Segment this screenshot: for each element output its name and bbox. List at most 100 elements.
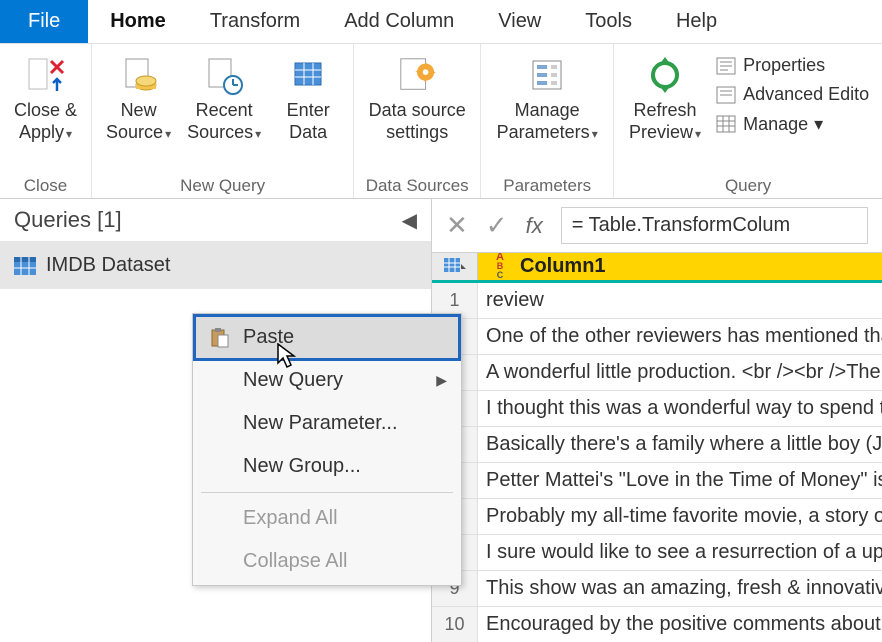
- ribbon-group-label-data-sources: Data Sources: [366, 174, 469, 196]
- menu-bar: File Home Transform Add Column View Tool…: [0, 0, 882, 44]
- recent-sources-icon: [204, 54, 244, 96]
- formula-bar: ✕ ✓ fx = Table.TransformColum: [432, 199, 882, 253]
- manage-icon: [715, 114, 737, 134]
- ctx-new-query[interactable]: New Query ▶: [195, 359, 459, 402]
- menu-add-column[interactable]: Add Column: [322, 0, 476, 43]
- row-number: 10: [432, 607, 478, 642]
- new-source-icon: [119, 54, 159, 96]
- refresh-preview-button[interactable]: Refresh Preview▾: [623, 50, 707, 147]
- manage-parameters-button[interactable]: Manage Parameters▾: [489, 50, 605, 147]
- menu-tools[interactable]: Tools: [563, 0, 654, 43]
- table-row[interactable]: 4I thought this was a wonderful way to s…: [432, 391, 882, 427]
- menu-help[interactable]: Help: [654, 0, 739, 43]
- context-menu: Paste New Query ▶ New Parameter... New G…: [192, 313, 462, 586]
- query-small-list: Properties Advanced Edito Manage▾: [711, 50, 873, 136]
- ribbon-group-query: Refresh Preview▾ Properties Advanced Edi…: [614, 44, 882, 198]
- queries-header[interactable]: Queries [1] ◀: [0, 199, 431, 242]
- ctx-separator: [201, 492, 453, 493]
- table-icon: [14, 257, 36, 275]
- ribbon-group-label-parameters: Parameters: [503, 174, 591, 196]
- refresh-icon: [645, 54, 685, 96]
- ribbon-group-label-close: Close: [24, 174, 67, 196]
- table-row[interactable]: 1review: [432, 283, 882, 319]
- new-source-label: New Source▾: [106, 100, 171, 143]
- ribbon-group-close: Close & Apply▾ Close: [0, 44, 92, 198]
- ribbon-group-label-new-query: New Query: [180, 174, 265, 196]
- ctx-paste[interactable]: Paste: [195, 316, 459, 359]
- close-apply-button[interactable]: Close & Apply▾: [8, 50, 83, 147]
- properties-label: Properties: [743, 54, 825, 77]
- enter-data-icon: [288, 54, 328, 96]
- cell[interactable]: A wonderful little production. <br /><br…: [478, 355, 882, 390]
- table-row[interactable]: 9This show was an amazing, fresh & innov…: [432, 571, 882, 607]
- ctx-collapse-all: Collapse All: [195, 540, 459, 583]
- new-source-button[interactable]: New Source▾: [100, 50, 177, 147]
- ctx-new-group[interactable]: New Group...: [195, 445, 459, 488]
- ribbon-group-parameters: Manage Parameters▾ Parameters: [481, 44, 614, 198]
- column-header[interactable]: ABC Column1: [478, 253, 882, 280]
- ribbon-group-label-query: Query: [725, 174, 771, 196]
- table-row[interactable]: 10Encouraged by the positive comments ab…: [432, 607, 882, 642]
- manage-button[interactable]: Manage▾: [715, 113, 869, 136]
- refresh-preview-label: Refresh Preview▾: [629, 100, 701, 143]
- data-source-settings-icon: [397, 54, 437, 96]
- ribbon-group-data-sources: Data source settings Data Sources: [354, 44, 481, 198]
- table-row[interactable]: 8I sure would like to see a resurrection…: [432, 535, 882, 571]
- query-item[interactable]: IMDB Dataset: [0, 242, 431, 289]
- advanced-editor-button[interactable]: Advanced Edito: [715, 83, 869, 106]
- table-menu-icon[interactable]: [432, 253, 478, 280]
- table-row[interactable]: 2One of the other reviewers has mentione…: [432, 319, 882, 355]
- queries-panel: Queries [1] ◀ IMDB Dataset Paste New Que…: [0, 199, 432, 642]
- paste-icon: [209, 328, 231, 348]
- manage-label: Manage: [743, 113, 808, 136]
- table-row[interactable]: 6Petter Mattei's "Love in the Time of Mo…: [432, 463, 882, 499]
- properties-icon: [715, 56, 737, 76]
- table-row[interactable]: 7Probably my all-time favorite movie, a …: [432, 499, 882, 535]
- ctx-collapse-all-label: Collapse All: [243, 550, 348, 573]
- menu-file[interactable]: File: [0, 0, 88, 43]
- cell[interactable]: Petter Mattei's "Love in the Time of Mon…: [478, 463, 882, 498]
- ctx-new-parameter[interactable]: New Parameter...: [195, 402, 459, 445]
- table-row[interactable]: 5Basically there's a family where a litt…: [432, 427, 882, 463]
- properties-button[interactable]: Properties: [715, 54, 869, 77]
- cell[interactable]: Probably my all-time favorite movie, a s…: [478, 499, 882, 534]
- advanced-editor-label: Advanced Edito: [743, 83, 869, 106]
- ctx-expand-all-label: Expand All: [243, 507, 338, 530]
- close-apply-label: Close & Apply▾: [14, 100, 77, 143]
- formula-input[interactable]: = Table.TransformColum: [561, 207, 868, 244]
- cancel-formula-icon[interactable]: ✕: [446, 210, 468, 241]
- menu-view[interactable]: View: [476, 0, 563, 43]
- menu-transform[interactable]: Transform: [188, 0, 322, 43]
- ctx-new-group-label: New Group...: [243, 455, 361, 478]
- cell[interactable]: Encouraged by the positive comments abou…: [478, 607, 882, 642]
- main-area: Queries [1] ◀ IMDB Dataset Paste New Que…: [0, 199, 882, 642]
- ctx-paste-label: Paste: [243, 326, 294, 349]
- ctx-new-query-label: New Query: [243, 369, 343, 392]
- ribbon: Close & Apply▾ Close New Source▾: [0, 44, 882, 199]
- table-row[interactable]: 3A wonderful little production. <br /><b…: [432, 355, 882, 391]
- advanced-editor-icon: [715, 85, 737, 105]
- fx-icon[interactable]: fx: [526, 213, 543, 239]
- cell[interactable]: Basically there's a family where a littl…: [478, 427, 882, 462]
- grid-header-row: ABC Column1: [432, 253, 882, 283]
- ctx-expand-all: Expand All: [195, 497, 459, 540]
- apply-formula-icon[interactable]: ✓: [486, 210, 508, 241]
- submenu-arrow-icon: ▶: [436, 372, 447, 389]
- cell[interactable]: I sure would like to see a resurrection …: [478, 535, 882, 570]
- menu-home[interactable]: Home: [88, 0, 188, 43]
- collapse-panel-icon[interactable]: ◀: [402, 208, 417, 233]
- cell[interactable]: I thought this was a wonderful way to sp…: [478, 391, 882, 426]
- cell[interactable]: review: [478, 283, 882, 318]
- data-source-settings-button[interactable]: Data source settings: [362, 50, 472, 147]
- manage-parameters-label: Manage Parameters▾: [497, 100, 598, 143]
- data-area: ✕ ✓ fx = Table.TransformColum ABC Column…: [432, 199, 882, 642]
- column-type-icon[interactable]: ABC: [486, 253, 514, 280]
- enter-data-button[interactable]: Enter Data: [271, 50, 345, 147]
- data-grid: ABC Column1 1review2One of the other rev…: [432, 253, 882, 642]
- recent-sources-label: Recent Sources▾: [187, 100, 261, 143]
- cell[interactable]: This show was an amazing, fresh & innova…: [478, 571, 882, 606]
- recent-sources-button[interactable]: Recent Sources▾: [181, 50, 267, 147]
- cell[interactable]: One of the other reviewers has mentioned…: [478, 319, 882, 354]
- ctx-new-parameter-label: New Parameter...: [243, 412, 398, 435]
- column-name: Column1: [520, 255, 606, 278]
